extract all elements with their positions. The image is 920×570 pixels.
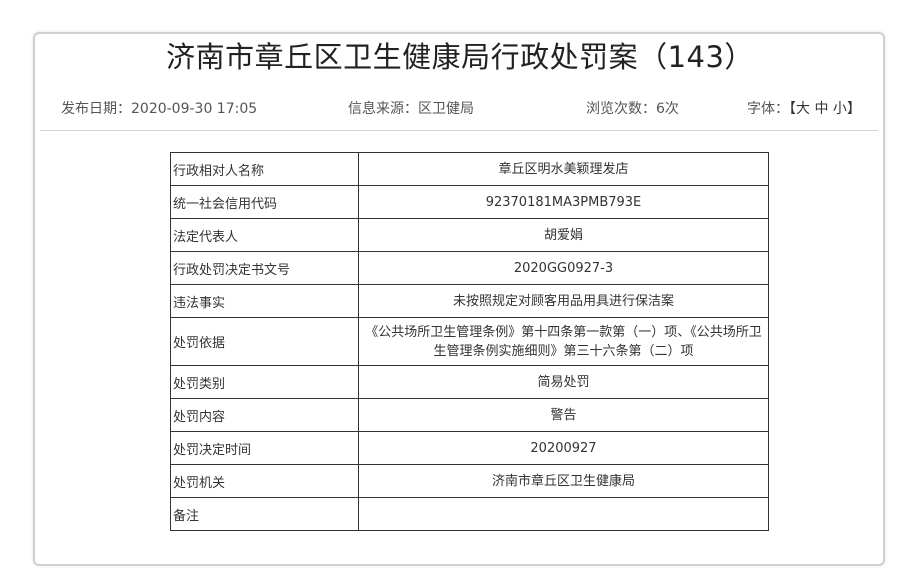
publish-date-label: 发布日期： <box>61 101 131 117</box>
table-row: 处罚内容 警告 <box>170 398 769 432</box>
row-value: 胡爱娟 <box>358 218 769 252</box>
table-row: 处罚类别 简易处罚 <box>170 365 769 399</box>
row-value <box>358 497 769 531</box>
table-row: 处罚决定时间 20200927 <box>170 431 769 465</box>
view-count-value: 6次 <box>656 101 679 117</box>
row-value: 警告 <box>358 398 769 432</box>
table-row: 行政处罚决定书文号 2020GG0927-3 <box>170 251 769 285</box>
row-value: 20200927 <box>358 431 769 465</box>
row-key: 行政处罚决定书文号 <box>170 251 359 285</box>
table-row: 违法事实 未按照规定对顾客用品用具进行保洁案 <box>170 284 769 318</box>
row-value: 简易处罚 <box>358 365 769 399</box>
font-size-label: 字体： <box>747 101 789 117</box>
font-size-control: 字体：【大 中 小】 <box>747 98 861 118</box>
publish-date: 发布日期：2020-09-30 17:05 <box>61 98 257 118</box>
info-source: 信息来源：区卫健局 <box>348 98 474 118</box>
table-row: 备注 <box>170 497 769 531</box>
row-value: 《公共场所卫生管理条例》第十四条第一款第（一）项、《公共场所卫生管理条例实施细则… <box>358 317 769 366</box>
row-key: 统一社会信用代码 <box>170 185 359 219</box>
table-row: 统一社会信用代码 92370181MA3PMB793E <box>170 185 769 219</box>
view-count-label: 浏览次数： <box>586 101 656 117</box>
table-row: 处罚机关 济南市章丘区卫生健康局 <box>170 464 769 498</box>
row-value: 未按照规定对顾客用品用具进行保洁案 <box>358 284 769 318</box>
view-count: 浏览次数：6次 <box>586 98 679 118</box>
row-value: 章丘区明水美颖理发店 <box>358 152 769 186</box>
row-key: 处罚依据 <box>170 317 359 366</box>
font-size-options[interactable]: 【大 中 小】 <box>789 101 861 117</box>
row-value: 2020GG0927-3 <box>358 251 769 285</box>
row-key: 备注 <box>170 497 359 531</box>
row-key: 处罚类别 <box>170 365 359 399</box>
penalty-info-table: 行政相对人名称 章丘区明水美颖理发店 统一社会信用代码 92370181MA3P… <box>170 152 769 531</box>
row-key: 违法事实 <box>170 284 359 318</box>
table-row: 法定代表人 胡爱娟 <box>170 218 769 252</box>
row-key: 行政相对人名称 <box>170 152 359 186</box>
row-key: 处罚决定时间 <box>170 431 359 465</box>
table-row: 处罚依据 《公共场所卫生管理条例》第十四条第一款第（一）项、《公共场所卫生管理条… <box>170 317 769 366</box>
row-value: 济南市章丘区卫生健康局 <box>358 464 769 498</box>
info-source-label: 信息来源： <box>348 101 418 117</box>
row-key: 法定代表人 <box>170 218 359 252</box>
row-key: 处罚内容 <box>170 398 359 432</box>
header-divider <box>40 130 878 131</box>
table-row: 行政相对人名称 章丘区明水美颖理发店 <box>170 152 769 186</box>
page-title: 济南市章丘区卫生健康局行政处罚案（143） <box>166 40 754 74</box>
publish-date-value: 2020-09-30 17:05 <box>131 101 258 117</box>
info-source-value: 区卫健局 <box>418 101 474 117</box>
row-key: 处罚机关 <box>170 464 359 498</box>
row-value: 92370181MA3PMB793E <box>358 185 769 219</box>
